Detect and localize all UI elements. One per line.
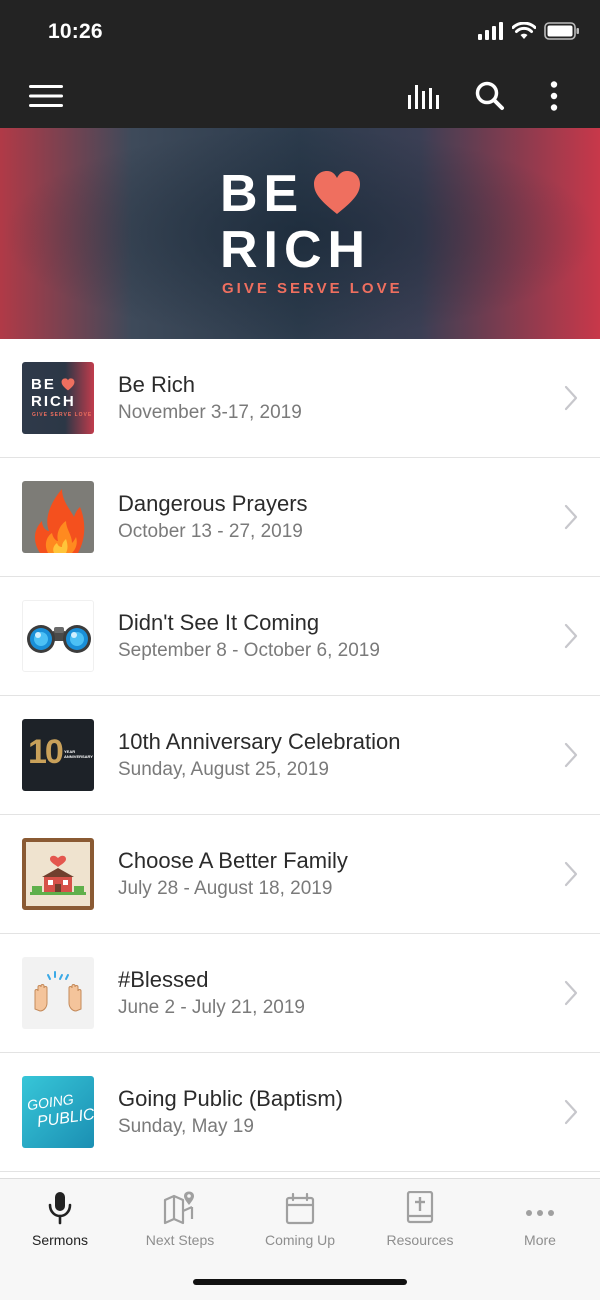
cellular-signal-icon <box>478 22 503 40</box>
series-date: June 2 - July 21, 2019 <box>118 997 305 1018</box>
list-item[interactable]: 10 YEAR ANNIVERSARY 10th Anniversary Cel… <box>0 696 600 815</box>
series-banner: BE RICH GIVE SERVE LOVE <box>0 128 600 339</box>
list-item[interactable]: Didn't See It Coming September 8 - Octob… <box>0 577 600 696</box>
vertical-dots-icon <box>550 81 558 111</box>
map-pin-icon <box>160 1189 200 1225</box>
going-public-thumbnail: GOING PUBLIC <box>22 1076 94 1148</box>
fire-thumbnail <box>22 481 94 553</box>
heart-icon <box>61 378 75 391</box>
tab-sermons[interactable]: Sermons <box>0 1179 120 1269</box>
tab-coming-up[interactable]: Coming Up <box>240 1179 360 1269</box>
list-item[interactable]: Choose A Better Family July 28 - August … <box>0 815 600 934</box>
app-bar <box>0 64 600 128</box>
menu-button[interactable] <box>24 76 68 116</box>
sermon-series-list: BE RICH GIVE SERVE LOVE Be Rich November… <box>0 339 600 1172</box>
be-rich-thumbnail: BE RICH GIVE SERVE LOVE <box>22 362 94 434</box>
home-indicator <box>193 1279 407 1285</box>
chevron-right-icon <box>564 385 578 411</box>
series-date: September 8 - October 6, 2019 <box>118 640 380 661</box>
tab-label: Resources <box>386 1232 454 1248</box>
raised-hands-thumbnail <box>22 957 94 1029</box>
tab-label: More <box>524 1232 556 1248</box>
thumb-text: YEAR ANNIVERSARY <box>64 749 93 759</box>
series-title: Choose A Better Family <box>118 848 348 873</box>
top-bar: 10:26 <box>0 0 600 128</box>
bible-icon <box>400 1189 440 1225</box>
anniversary-thumbnail: 10 YEAR ANNIVERSARY <box>22 719 94 791</box>
battery-icon <box>544 22 579 40</box>
series-date: July 28 - August 18, 2019 <box>118 878 333 899</box>
chevron-right-icon <box>564 742 578 768</box>
microphone-icon <box>40 1189 80 1225</box>
audio-bars-icon <box>408 85 439 109</box>
series-title: Dangerous Prayers <box>118 491 308 516</box>
series-date: October 13 - 27, 2019 <box>118 521 303 542</box>
status-time: 10:26 <box>48 20 103 43</box>
series-title: Be Rich <box>118 372 196 397</box>
overflow-menu-button[interactable] <box>532 76 576 116</box>
banner-line2: RICH <box>220 221 372 279</box>
search-button[interactable] <box>468 76 512 116</box>
heart-icon <box>314 171 360 214</box>
binoculars-icon <box>27 625 91 653</box>
status-icons <box>478 22 580 40</box>
chevron-right-icon <box>564 1099 578 1125</box>
chevron-right-icon <box>564 861 578 887</box>
list-item[interactable]: GOING PUBLIC Going Public (Baptism) Sund… <box>0 1053 600 1172</box>
tab-more[interactable]: More <box>480 1179 600 1269</box>
calendar-icon <box>280 1189 320 1225</box>
cross-stitch-house-thumbnail <box>22 838 94 910</box>
list-item[interactable]: Dangerous Prayers October 13 - 27, 2019 <box>0 458 600 577</box>
tab-label: Coming Up <box>264 1232 336 1248</box>
thumb-text: BE <box>31 376 56 393</box>
chevron-right-icon <box>564 980 578 1006</box>
tab-next-steps[interactable]: Next Steps <box>120 1179 240 1269</box>
fire-icon <box>34 489 85 553</box>
series-date: Sunday, May 19 <box>118 1116 254 1137</box>
list-item[interactable]: #Blessed June 2 - July 21, 2019 <box>0 934 600 1053</box>
banner-line1: BE <box>220 165 305 223</box>
thumb-text: 10 <box>28 733 64 771</box>
tab-label: Next Steps <box>145 1232 215 1248</box>
audio-button[interactable] <box>404 76 448 116</box>
more-dots-icon <box>520 1189 560 1225</box>
banner-tagline: GIVE SERVE LOVE <box>222 280 403 297</box>
chevron-right-icon <box>564 623 578 649</box>
thumb-text: GIVE SERVE LOVE <box>32 412 93 418</box>
chevron-right-icon <box>564 504 578 530</box>
series-title: #Blessed <box>118 967 209 992</box>
series-title: 10th Anniversary Celebration <box>118 729 401 754</box>
series-date: November 3-17, 2019 <box>118 402 302 423</box>
search-icon <box>475 81 504 110</box>
house-icon <box>30 855 86 895</box>
wifi-icon <box>512 22 536 39</box>
hamburger-menu-icon <box>29 85 63 107</box>
series-date: Sunday, August 25, 2019 <box>118 759 329 780</box>
tab-resources[interactable]: Resources <box>360 1179 480 1269</box>
series-title: Didn't See It Coming <box>118 610 320 635</box>
raised-hands-icon <box>34 971 82 1012</box>
series-title: Going Public (Baptism) <box>118 1086 343 1111</box>
thumb-text: RICH <box>31 393 76 410</box>
list-item[interactable]: BE RICH GIVE SERVE LOVE Be Rich November… <box>0 339 600 458</box>
tab-label: Sermons <box>31 1232 89 1248</box>
binoculars-thumbnail <box>22 600 94 672</box>
